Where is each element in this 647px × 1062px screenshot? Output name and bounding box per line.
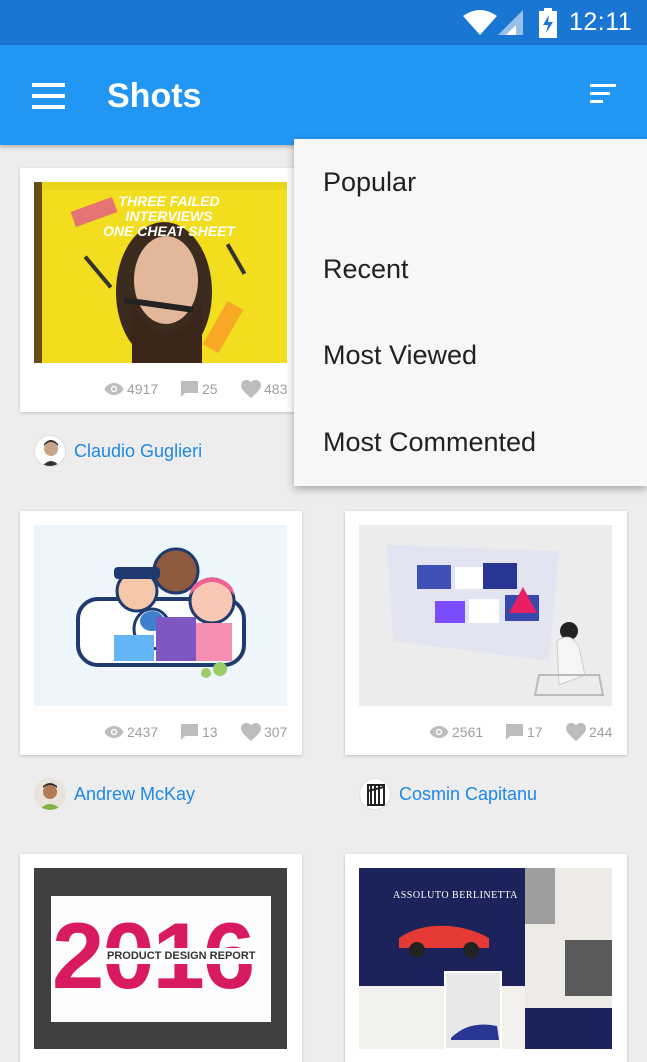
eye-icon — [104, 383, 124, 395]
avatar — [359, 778, 391, 810]
likes-count: 307 — [264, 724, 288, 740]
shot-stats: 2561 17 244 — [345, 720, 627, 744]
views-count: 2437 — [127, 724, 159, 740]
shot-card[interactable]: THREE FAILED INTERVIEWS ONE CHEAT SHEET … — [20, 168, 302, 412]
sort-icon[interactable] — [582, 79, 626, 113]
shot-thumbnail[interactable]: 2016 PRODUCT DESIGN REPORT — [34, 868, 287, 1049]
shot-illustration — [359, 525, 612, 706]
likes-stat: 244 — [566, 720, 612, 744]
likes-stat: 307 — [241, 720, 287, 744]
eye-icon — [429, 726, 449, 738]
author-link[interactable]: Cosmin Capitanu — [359, 777, 537, 811]
comments-stat: 25 — [180, 377, 218, 401]
sort-menu-item-most-commented[interactable]: Most Commented — [323, 427, 536, 458]
author-name: Cosmin Capitanu — [399, 783, 538, 804]
battery-charging-icon — [539, 8, 557, 38]
avatar — [34, 435, 66, 467]
heart-icon — [241, 380, 261, 398]
comments-count: 25 — [202, 381, 218, 397]
views-stat: 4917 — [104, 377, 158, 401]
status-time: 12:11 — [569, 8, 633, 36]
views-count: 2561 — [452, 724, 484, 740]
views-stat: 2437 — [104, 720, 158, 744]
views-count: 4917 — [127, 381, 159, 397]
shot-card[interactable]: 2016 PRODUCT DESIGN REPORT — [20, 854, 302, 1062]
comment-icon — [181, 724, 198, 740]
shot-thumbnail[interactable] — [359, 525, 612, 706]
author-name: Andrew McKay — [74, 783, 196, 804]
comments-count: 17 — [527, 724, 543, 740]
shot-card[interactable]: 2561 17 244 — [345, 511, 627, 755]
shot-stats: 4917 25 483 — [20, 377, 302, 401]
shot-thumbnail[interactable] — [34, 525, 287, 706]
sort-menu-item-popular[interactable]: Popular — [323, 167, 416, 198]
shot-thumbnail[interactable]: ASSOLUTO BERLINETTA — [359, 868, 612, 1049]
likes-count: 244 — [589, 724, 613, 740]
sort-menu: Popular Recent Most Viewed Most Commente… — [294, 139, 647, 486]
likes-stat: 483 — [241, 377, 287, 401]
hamburger-menu-icon[interactable] — [24, 75, 74, 117]
shot-card[interactable]: ASSOLUTO BERLINETTA — [345, 854, 627, 1062]
author-link[interactable]: Claudio Guglieri — [34, 434, 202, 468]
heart-icon — [241, 723, 261, 741]
wifi-icon — [463, 10, 497, 35]
shot-image-text: PRODUCT DESIGN REPORT — [104, 948, 259, 964]
likes-count: 483 — [264, 381, 288, 397]
views-stat: 2561 — [429, 720, 483, 744]
cell-signal-icon — [498, 10, 523, 35]
shot-illustration — [34, 525, 287, 706]
comment-icon — [506, 724, 523, 740]
comments-stat: 13 — [180, 720, 218, 744]
shot-card[interactable]: 2437 13 307 — [20, 511, 302, 755]
comments-stat: 17 — [505, 720, 543, 744]
shot-image-text: THREE FAILED INTERVIEWS ONE CHEAT SHEET — [103, 193, 235, 239]
heart-icon — [566, 723, 586, 741]
comment-icon — [181, 381, 198, 397]
page-title: Shots — [107, 77, 202, 115]
author-link[interactable]: Andrew McKay — [34, 777, 195, 811]
eye-icon — [104, 726, 124, 738]
sort-menu-item-recent[interactable]: Recent — [323, 254, 409, 285]
comments-count: 13 — [202, 724, 218, 740]
status-bar: 12:11 — [0, 0, 647, 45]
author-name: Claudio Guglieri — [74, 440, 203, 461]
app-bar: Shots — [0, 45, 647, 145]
sort-menu-item-most-viewed[interactable]: Most Viewed — [323, 340, 477, 371]
shot-image-text: ASSOLUTO BERLINETTA — [393, 890, 518, 901]
shot-thumbnail[interactable]: THREE FAILED INTERVIEWS ONE CHEAT SHEET — [34, 182, 287, 363]
shot-stats: 2437 13 307 — [20, 720, 302, 744]
avatar — [34, 778, 66, 810]
